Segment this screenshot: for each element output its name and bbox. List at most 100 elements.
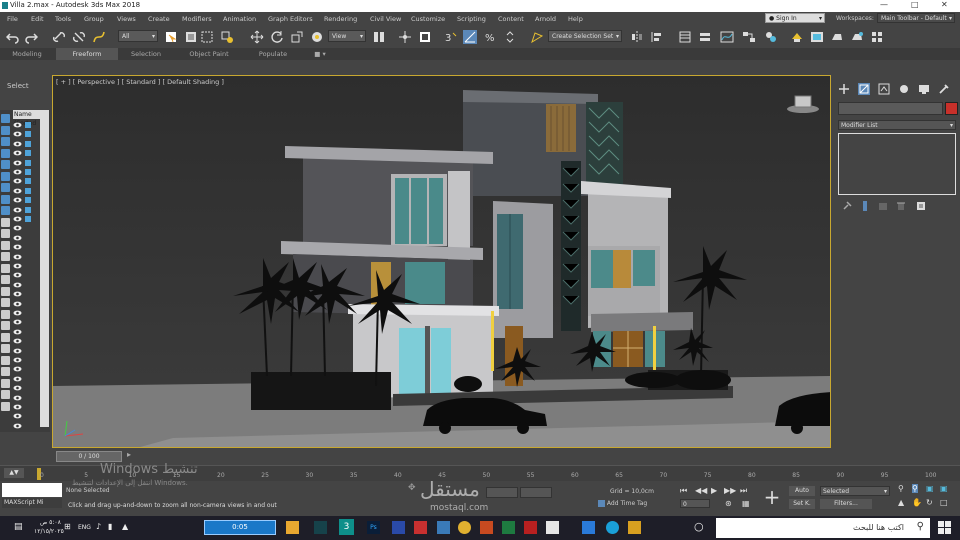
go-to-end-icon[interactable]: ⏭: [740, 486, 747, 496]
percent-snap-icon[interactable]: %: [483, 30, 497, 44]
freeze-toggle-icon[interactable]: [25, 159, 31, 166]
orbit-icon[interactable]: ↻: [926, 498, 933, 507]
modifier-stack[interactable]: [838, 133, 956, 195]
layer-row[interactable]: [13, 281, 37, 289]
display-geometry-icon[interactable]: [1, 125, 10, 135]
select-object-icon[interactable]: [164, 30, 178, 44]
layer-row[interactable]: [13, 206, 37, 214]
display-all-icon[interactable]: [1, 263, 10, 273]
layer-row[interactable]: [13, 290, 37, 298]
previous-frame-icon[interactable]: ◀◀: [695, 486, 707, 495]
menu-graph-editors[interactable]: Graph Editors: [268, 15, 313, 23]
mirror-icon[interactable]: [630, 30, 644, 44]
render-cloud-icon[interactable]: [870, 30, 884, 44]
visibility-eye-icon[interactable]: [13, 301, 22, 307]
scale-icon[interactable]: [290, 30, 304, 44]
scene-explorer-icon[interactable]: [678, 30, 692, 44]
display-bones-icon[interactable]: [1, 217, 10, 227]
hierarchy-tab-icon[interactable]: [878, 83, 890, 95]
layer-row[interactable]: [13, 356, 37, 364]
lock-icon[interactable]: [1, 355, 10, 365]
taskbar-app-word[interactable]: [546, 521, 559, 534]
taskbar-app-vray[interactable]: [392, 521, 405, 534]
close-icon[interactable]: ✕: [941, 0, 948, 9]
visibility-eye-icon[interactable]: [13, 207, 22, 213]
name-column-header[interactable]: Name (Sorted: [13, 110, 49, 127]
visibility-eye-icon[interactable]: [13, 376, 22, 382]
make-unique-icon[interactable]: [878, 201, 888, 211]
time-slider[interactable]: 0 / 100 ▸: [52, 450, 832, 462]
taskbar-app-folder[interactable]: [286, 521, 299, 534]
find-icon[interactable]: [1, 332, 10, 342]
maximize-viewport-icon[interactable]: □: [940, 498, 948, 507]
visibility-eye-icon[interactable]: [13, 150, 22, 156]
perspective-viewport[interactable]: [ + ] [ Perspective ] [ Standard ] [ Def…: [52, 75, 831, 448]
network-icon[interactable]: ⊞: [64, 522, 71, 531]
layer-row[interactable]: [13, 365, 37, 373]
visibility-eye-icon[interactable]: [13, 141, 22, 147]
visibility-eye-icon[interactable]: [13, 357, 22, 363]
visibility-eye-icon[interactable]: [13, 131, 22, 137]
align-icon[interactable]: [650, 30, 664, 44]
curve-editor-icon[interactable]: [720, 30, 734, 44]
minimize-icon[interactable]: —: [880, 0, 888, 9]
explorer-scrollbar[interactable]: [40, 119, 49, 427]
menu-content[interactable]: Content: [498, 15, 524, 23]
rendered-frame-window-icon[interactable]: [810, 30, 824, 44]
visibility-eye-icon[interactable]: [13, 413, 22, 419]
maximize-icon[interactable]: □: [911, 0, 919, 9]
menu-animation[interactable]: Animation: [223, 15, 256, 23]
visibility-eye-icon[interactable]: [13, 272, 22, 278]
video-progress-widget[interactable]: 0:05: [204, 520, 276, 535]
undo-icon[interactable]: [6, 30, 20, 44]
task-view-icon[interactable]: ○: [694, 520, 704, 533]
layer-row[interactable]: [13, 243, 37, 251]
next-frame-button-icon[interactable]: ▶▶: [724, 486, 736, 495]
select-by-name-icon[interactable]: [184, 30, 198, 44]
freeze-toggle-icon[interactable]: [25, 197, 31, 204]
display-objects-icon[interactable]: [1, 114, 10, 123]
layer-row[interactable]: [13, 140, 37, 148]
edit-named-selection-icon[interactable]: [530, 30, 544, 44]
layer-row[interactable]: [13, 394, 37, 402]
key-mode-icon[interactable]: ⊛: [725, 499, 732, 508]
taskbar-app-reader[interactable]: [414, 521, 427, 534]
placement-icon[interactable]: [310, 30, 324, 44]
snaps-toggle-icon[interactable]: 3: [444, 30, 458, 44]
taskbar-app-chrome[interactable]: [458, 521, 471, 534]
render-setup-icon[interactable]: [790, 30, 804, 44]
expand-icon[interactable]: [1, 378, 10, 388]
visibility-eye-icon[interactable]: [13, 216, 22, 222]
keyboard-shortcut-icon[interactable]: [418, 30, 432, 44]
frame-counter[interactable]: 0 / 100: [56, 451, 122, 462]
display-xrefs-icon[interactable]: [1, 206, 10, 215]
window-crossing-icon[interactable]: [220, 30, 234, 44]
add-time-tag-button[interactable]: Add Time Tag: [598, 500, 647, 507]
layer-row[interactable]: [13, 234, 37, 242]
object-color-swatch[interactable]: [945, 102, 958, 115]
taskbar-search-input[interactable]: اكتب هنا للبحث: [853, 523, 904, 532]
y-coordinate-field[interactable]: [520, 487, 552, 498]
windows-start-icon[interactable]: [938, 521, 952, 535]
display-containers-icon[interactable]: [1, 229, 10, 238]
visibility-eye-icon[interactable]: [13, 225, 22, 231]
layer-row[interactable]: [13, 215, 37, 223]
utilities-tab-icon[interactable]: [938, 83, 950, 95]
layer-row[interactable]: [13, 271, 37, 279]
taskbar-app-3ds-icon[interactable]: [437, 521, 450, 534]
layer-explorer-icon[interactable]: [698, 30, 712, 44]
layer-row[interactable]: [13, 253, 37, 261]
layer-row[interactable]: [13, 224, 37, 232]
layer-row[interactable]: [13, 168, 37, 176]
tab-object-paint[interactable]: Object Paint: [176, 48, 242, 60]
zoom-extents-all-icon[interactable]: ▣: [940, 484, 948, 493]
pin-stack-icon[interactable]: [842, 201, 852, 211]
taskbar-app-terminal[interactable]: [314, 521, 327, 534]
sort-by-hierarchy-icon[interactable]: [1, 309, 10, 319]
angle-snap-icon[interactable]: [463, 30, 477, 44]
isolate-icon[interactable]: [1, 367, 10, 376]
visibility-eye-icon[interactable]: [13, 385, 22, 391]
display-shapes-icon[interactable]: [1, 137, 10, 146]
layer-row[interactable]: [13, 318, 37, 326]
collapse-icon[interactable]: [1, 390, 10, 399]
